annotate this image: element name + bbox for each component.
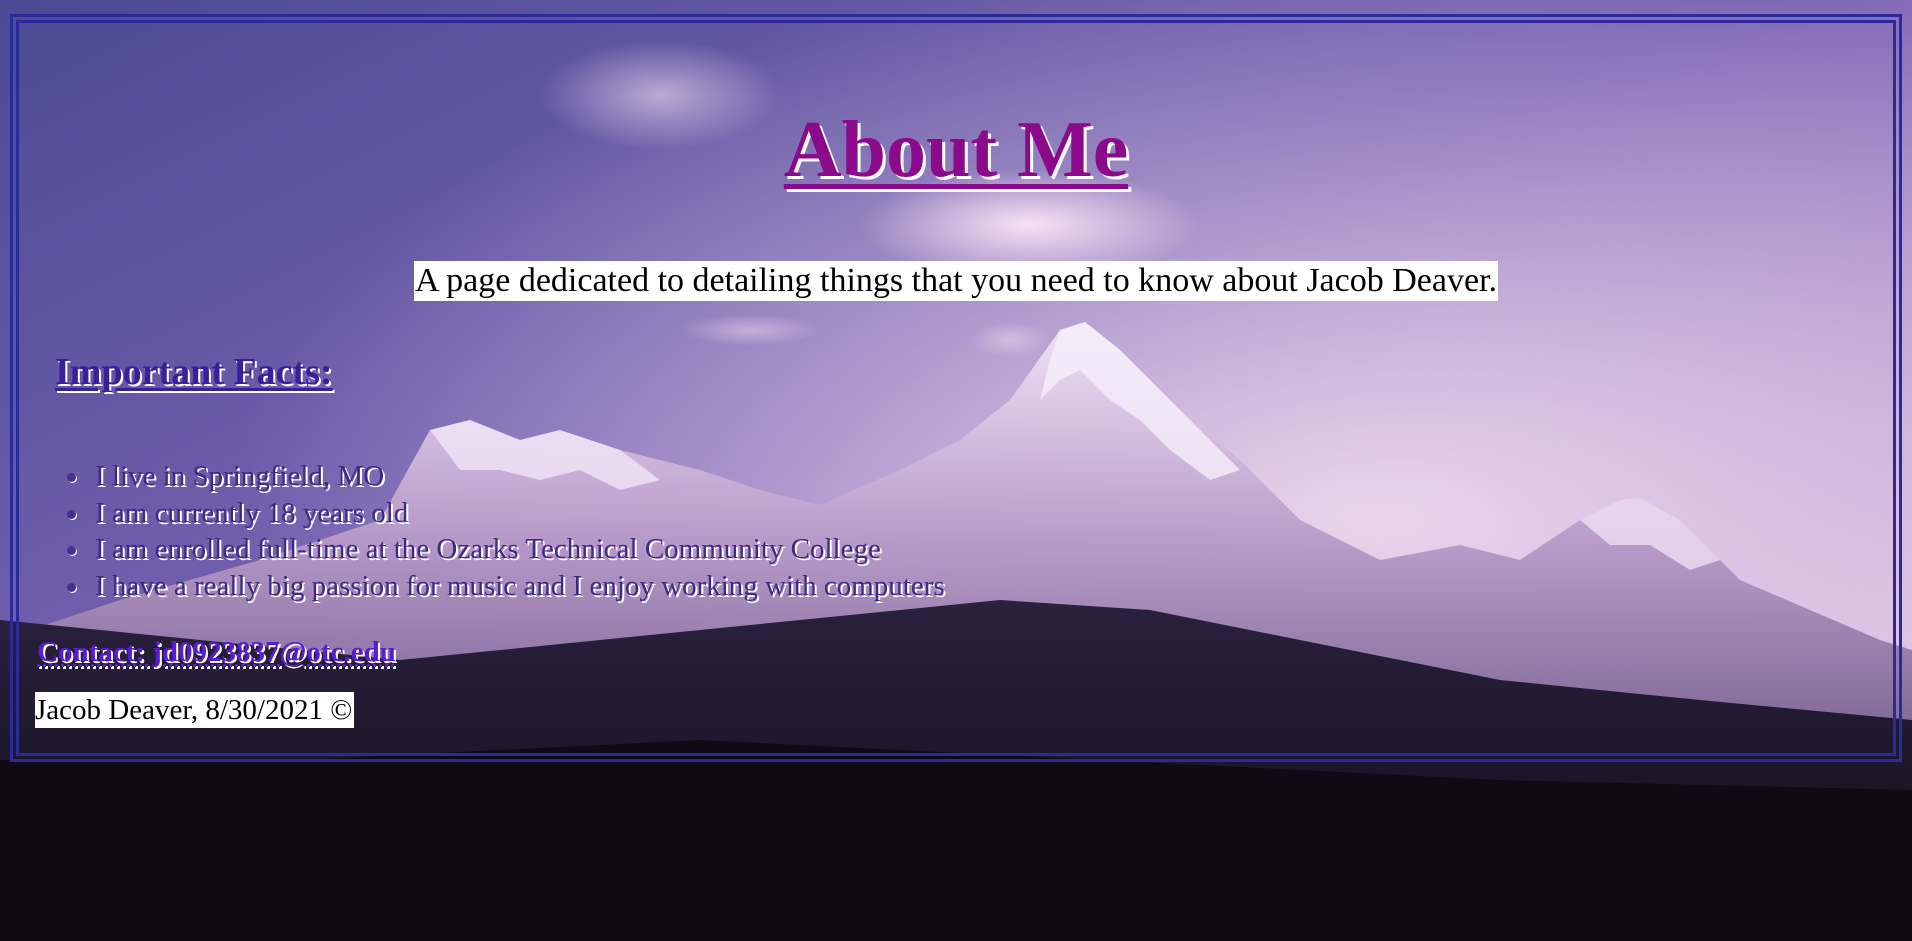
bullet-icon <box>67 546 76 555</box>
list-item: I live in Springfield, MO <box>67 458 945 495</box>
list-item: I am enrolled full-time at the Ozarks Te… <box>67 531 945 568</box>
page-subtitle: A page dedicated to detailing things tha… <box>413 261 1499 301</box>
facts-list: I live in Springfield, MO I am currently… <box>43 458 945 604</box>
fact-text: I am enrolled full-time at the Ozarks Te… <box>95 533 881 565</box>
fact-text: I live in Springfield, MO <box>95 460 385 492</box>
bullet-icon <box>67 473 76 482</box>
footer-copyright: Jacob Deaver, 8/30/2021 © <box>35 692 355 728</box>
bullet-icon <box>67 582 76 592</box>
list-item: I have a really big passion for music an… <box>67 568 945 605</box>
page-content: About Me A page dedicated to detailing t… <box>10 14 1902 762</box>
page-title: About Me <box>783 106 1129 194</box>
fact-text: I am currently 18 years old <box>95 496 409 529</box>
subtitle-container: A page dedicated to detailing things tha… <box>10 261 1902 301</box>
bullet-icon <box>67 509 76 519</box>
fact-text: I have a really big passion for music an… <box>95 569 945 602</box>
important-facts-heading: Important Facts: <box>55 351 333 393</box>
list-item: I am currently 18 years old <box>67 495 945 532</box>
contact-email-link[interactable]: Contact: jd0923837@otc.edu <box>37 636 396 669</box>
